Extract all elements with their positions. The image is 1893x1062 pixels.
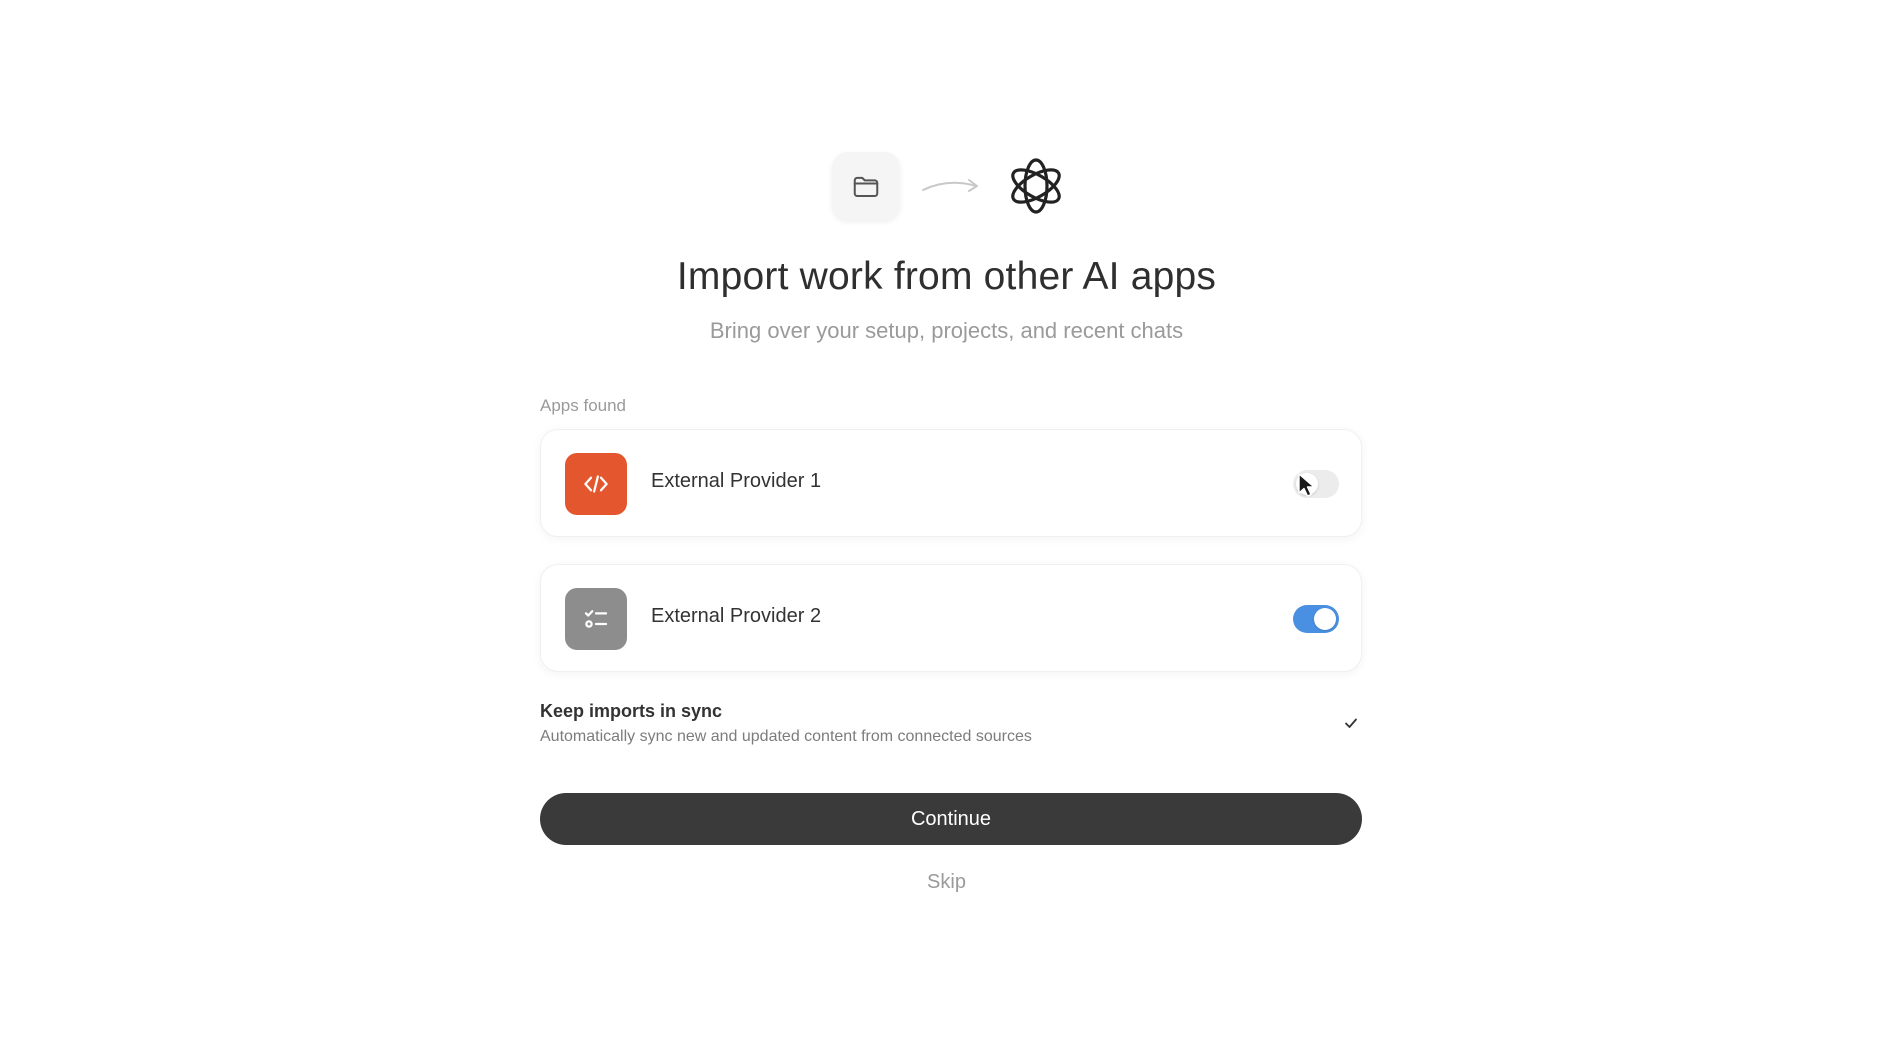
folder-tile <box>832 152 900 220</box>
app-card-provider-2: External Provider 2 <box>540 564 1362 672</box>
mouse-cursor-icon <box>1298 473 1315 497</box>
keep-in-sync-title: Keep imports in sync <box>540 701 723 721</box>
continue-button[interactable]: Continue <box>540 793 1362 845</box>
code-brackets-icon <box>584 475 608 493</box>
keep-in-sync-checkbox[interactable] <box>1340 712 1362 734</box>
page-title: Import work from other AI apps <box>676 255 1217 298</box>
toggle-knob <box>1314 608 1336 630</box>
app-card-provider-1: External Provider 1 <box>540 429 1362 537</box>
app-icon-provider-1 <box>565 453 627 515</box>
checklist-icon <box>584 610 608 628</box>
app-icon-provider-2 <box>565 588 627 650</box>
apps-found-label: Apps found <box>540 396 627 415</box>
folder-icon <box>853 176 879 197</box>
hero-graphic <box>0 150 1893 230</box>
page-subtitle: Bring over your setup, projects, and rec… <box>709 318 1184 343</box>
app-name-provider-2: External Provider 2 <box>651 605 822 627</box>
skip-link[interactable]: Skip <box>927 871 966 893</box>
skip-container: Skip <box>0 871 1893 894</box>
import-onboarding-page: Import work from other AI apps Bring ove… <box>0 0 1893 1062</box>
app-name-provider-1: External Provider 1 <box>651 470 822 492</box>
checkmark-icon <box>1345 718 1357 728</box>
provider-2-toggle[interactable] <box>1293 605 1339 633</box>
openai-logo-icon <box>1011 158 1061 214</box>
arrow-right-icon <box>922 179 978 192</box>
keep-in-sync-description: Automatically sync new and updated conte… <box>540 728 1032 745</box>
